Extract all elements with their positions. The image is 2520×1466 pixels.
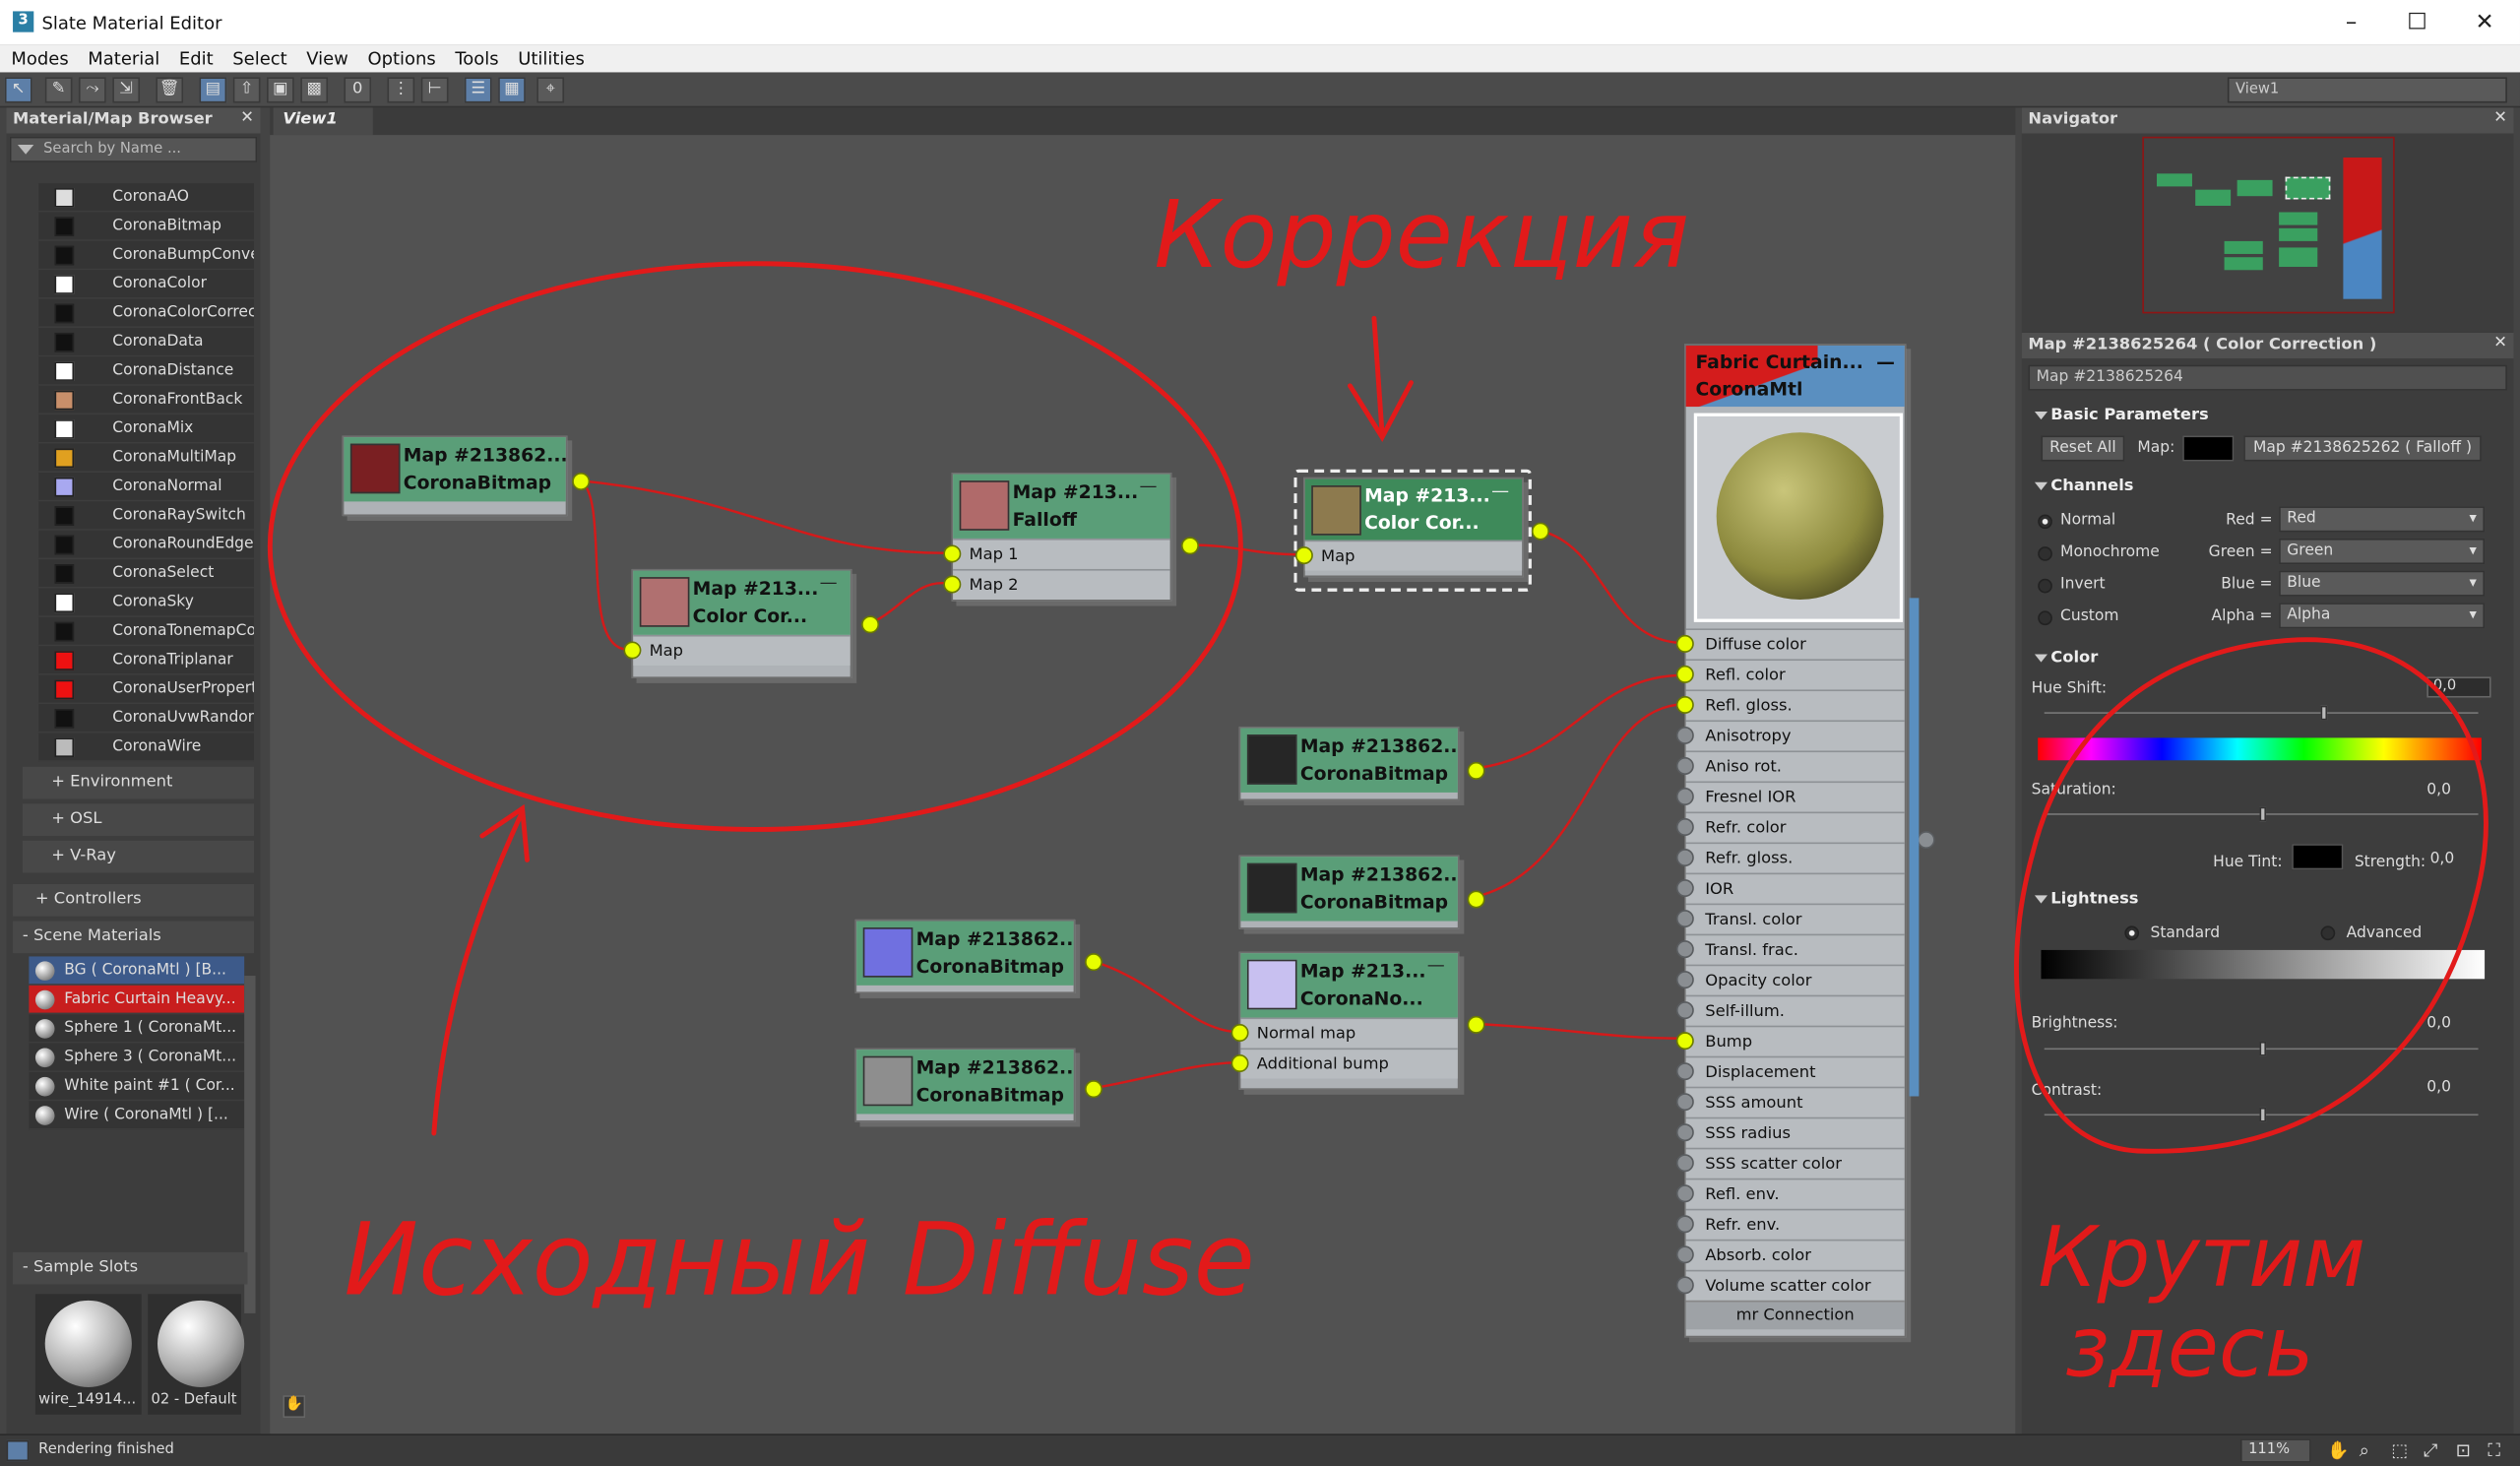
annotation-ellipse-diffuse	[267, 261, 1243, 832]
annotation-right-1: Крутим	[2038, 1209, 2365, 1307]
pan-icon[interactable]: ✋	[2327, 1440, 2349, 1461]
status-icon	[6, 1439, 30, 1462]
annotation-bottom: Исходный Diffuse	[344, 1201, 1254, 1317]
annotation-ellipse-params	[2014, 637, 2488, 1154]
zoom-extents-icon[interactable]: ⤢	[2424, 1440, 2437, 1463]
status-bar: Rendering finished 111% ✋ ⌕ ⬚ ⤢ ⊡ ⛶	[0, 1434, 2520, 1466]
fit-icon[interactable]: ⛶	[2488, 1440, 2500, 1463]
app-window: { "window":{"title":"Slate Material Edit…	[0, 0, 2520, 1466]
annotation-top: Коррекция	[1154, 181, 1689, 289]
zoom-region-icon[interactable]: ⬚	[2391, 1440, 2408, 1461]
annotation-right-2: здесь	[2065, 1300, 2314, 1397]
zoom-icon[interactable]: ⌕	[2360, 1440, 2369, 1463]
annotation-layer: Коррекция Исходный Diffuse Крутим здесь	[267, 181, 2488, 1397]
status-text: Rendering finished	[38, 1441, 174, 1458]
annotation-arrow-down-icon	[1347, 315, 1414, 442]
zoom-selected-icon[interactable]: ⊡	[2456, 1440, 2471, 1461]
zoom-select[interactable]: 111%	[2239, 1438, 2311, 1463]
annotation-arrow-up-icon	[431, 803, 530, 1136]
